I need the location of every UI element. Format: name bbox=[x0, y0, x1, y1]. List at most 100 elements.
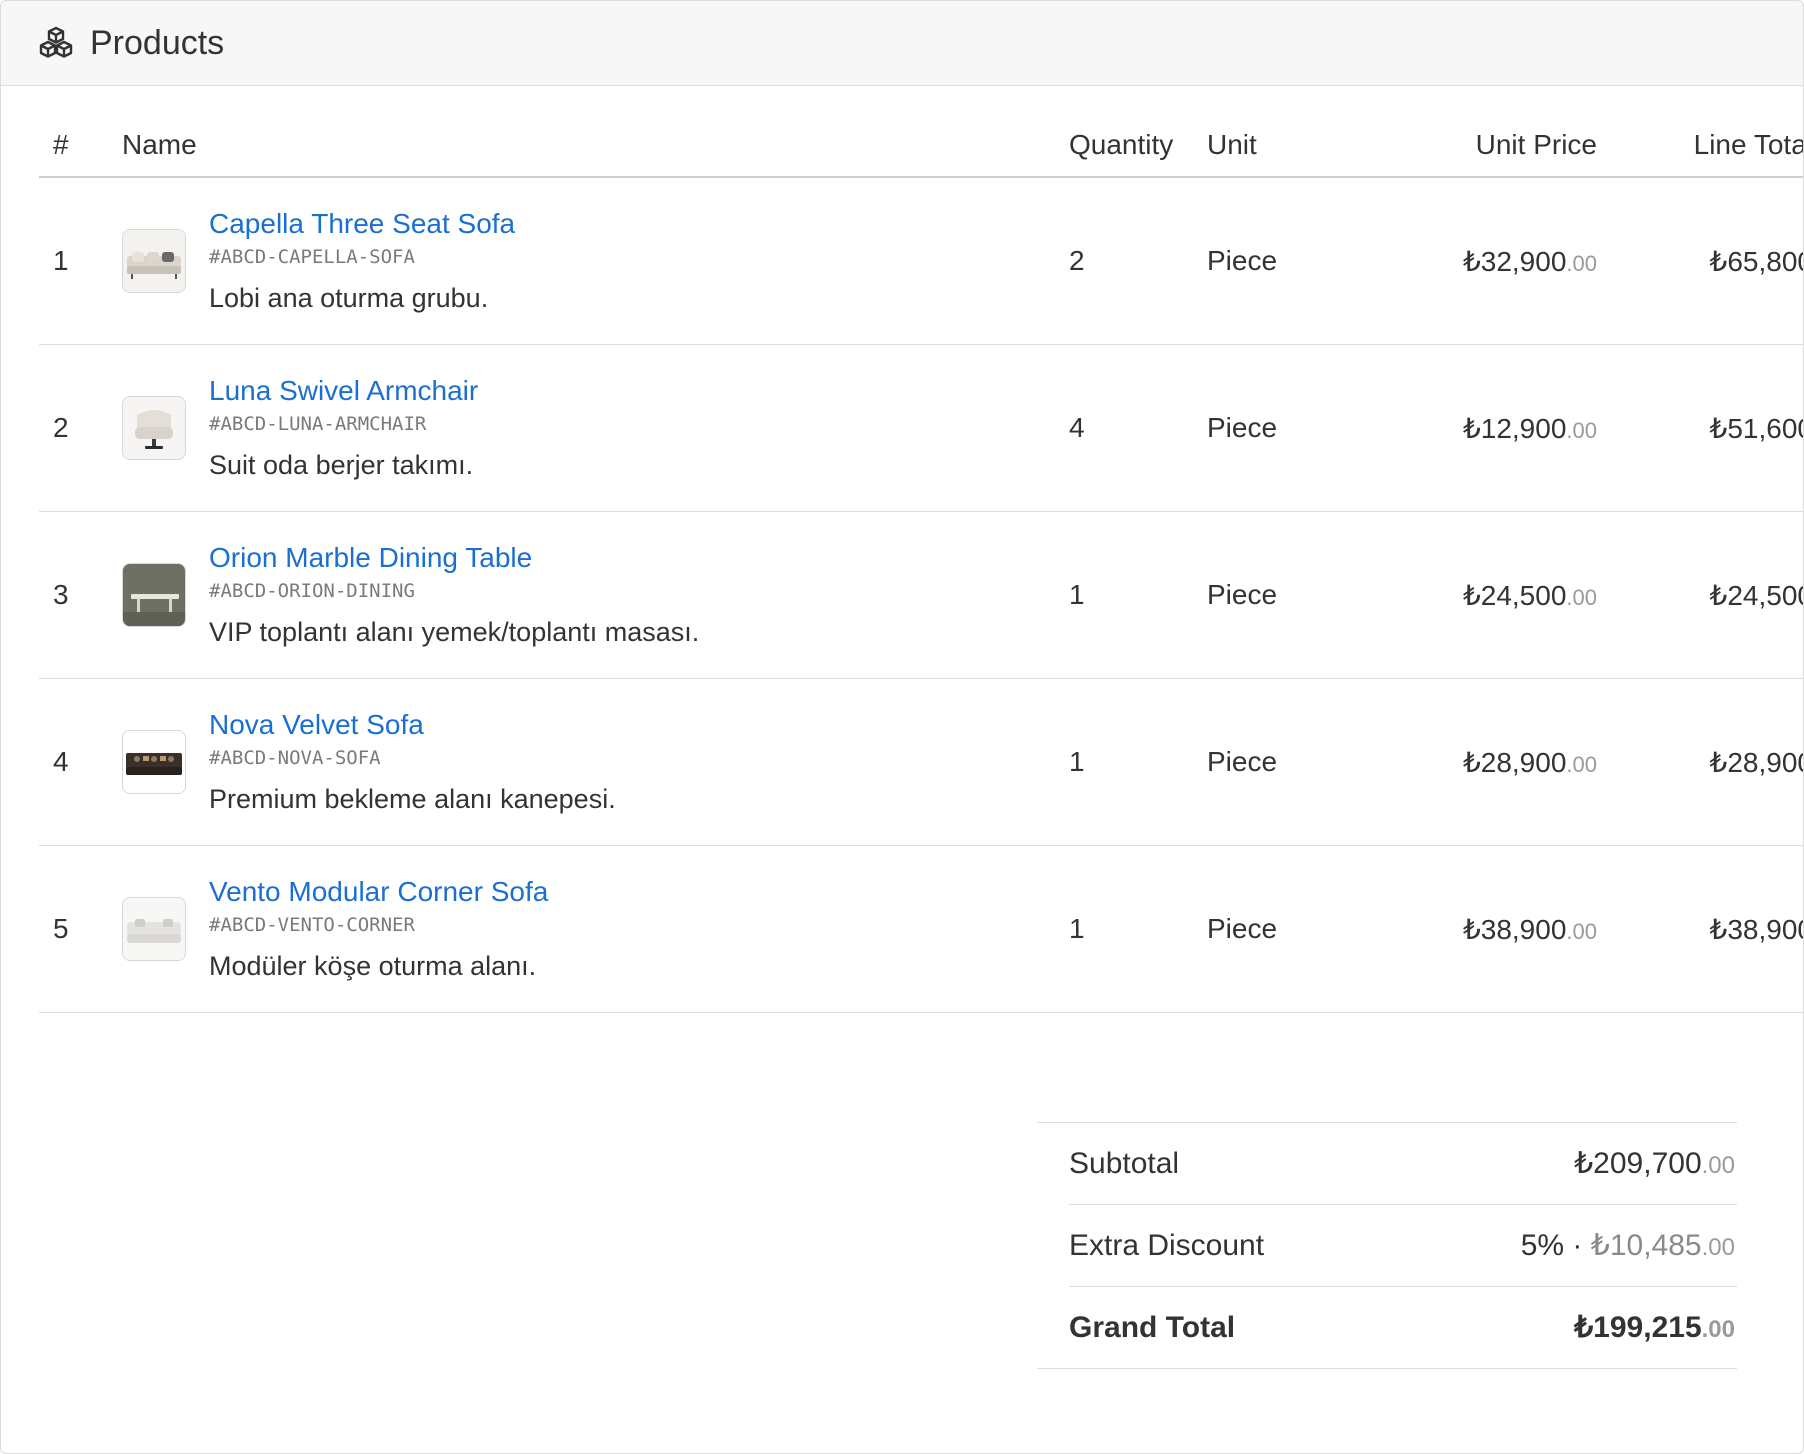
grand-total-cents: .00 bbox=[1701, 1316, 1735, 1343]
subtotal-cents: .00 bbox=[1701, 1152, 1735, 1179]
column-header-name: Name bbox=[122, 114, 1069, 178]
products-table: # Name Quantity Unit Unit Price Line Tot… bbox=[39, 114, 1803, 1013]
products-panel: Products # Name Quantity Unit Unit Price… bbox=[0, 0, 1804, 1454]
totals-summary: Subtotal ₺209,700.00 Extra Discount 5% ·… bbox=[1037, 1122, 1737, 1369]
column-header-quantity: Quantity bbox=[1069, 114, 1207, 178]
product-sku: #ABCD-LUNA-ARMCHAIR bbox=[209, 413, 427, 435]
line-total-cell: ₺65,800 bbox=[1597, 177, 1803, 345]
unit-price-amount: ₺24,500 bbox=[1462, 579, 1567, 611]
product-info: Orion Marble Dining Table #ABCD-ORION-DIN… bbox=[122, 541, 1069, 649]
discount-percent: 5% bbox=[1520, 1229, 1565, 1262]
unit-price-amount: ₺38,900 bbox=[1462, 913, 1567, 945]
column-header-number: # bbox=[39, 114, 122, 178]
unit-price-amount: ₺12,900 bbox=[1462, 412, 1567, 444]
product-name-link[interactable]: Capella Three Seat Sofa bbox=[209, 207, 515, 241]
table-row: 4 Nova Velvet Sofa #ABCD-NOVA-SOFA Premium … bbox=[39, 678, 1803, 846]
unit-price-cell: ₺12,900.00 bbox=[1357, 344, 1597, 512]
product-description: Premium bekleme alanı kanepesi. bbox=[209, 784, 616, 814]
subtotal-value: ₺209,700.00 bbox=[1574, 1146, 1735, 1181]
unit-price-cell: ₺24,500.00 bbox=[1357, 511, 1597, 679]
product-info: Vento Modular Corner Sofa #ABCD-VENTO-COR… bbox=[122, 875, 1069, 983]
row-number: 2 bbox=[39, 344, 122, 512]
row-number: 4 bbox=[39, 678, 122, 846]
subtotal-label: Subtotal bbox=[1069, 1146, 1180, 1180]
product-cell: Nova Velvet Sofa #ABCD-NOVA-SOFA Premium b… bbox=[122, 678, 1069, 846]
quantity-cell: 4 bbox=[1069, 344, 1207, 512]
product-text: Orion Marble Dining Table #ABCD-ORION-DIN… bbox=[209, 541, 699, 649]
row-number: 1 bbox=[39, 177, 122, 345]
column-header-unit-price: Unit Price bbox=[1357, 114, 1597, 178]
product-thumbnail bbox=[122, 229, 186, 293]
product-cell: Capella Three Seat Sofa #ABCD-CAPELLA-SOF… bbox=[122, 177, 1069, 345]
unit-price-amount: ₺32,900 bbox=[1462, 245, 1567, 277]
unit-cell: Piece bbox=[1207, 678, 1357, 846]
quantity-cell: 1 bbox=[1069, 845, 1207, 1013]
table-row: 2 Luna Swivel Armchair #ABCD-LUNA-ARMCHAIR… bbox=[39, 344, 1803, 512]
product-cell: Vento Modular Corner Sofa #ABCD-VENTO-COR… bbox=[122, 845, 1069, 1013]
panel-title: Products bbox=[90, 23, 225, 62]
subtotal-amount: ₺209,700 bbox=[1574, 1147, 1702, 1180]
unit-cell: Piece bbox=[1207, 177, 1357, 345]
line-total-cell: ₺51,600 bbox=[1597, 344, 1803, 512]
product-sku: #ABCD-ORION-DINING bbox=[209, 580, 415, 602]
unit-price-cents: .00 bbox=[1566, 751, 1597, 777]
row-number: 5 bbox=[39, 845, 122, 1013]
line-total-cell: ₺38,900 bbox=[1597, 845, 1803, 1013]
table-row: 3 Orion Marble Dining Table #ABCD-ORION-DI… bbox=[39, 511, 1803, 679]
quantity-cell: 1 bbox=[1069, 678, 1207, 846]
product-sku: #ABCD-VENTO-CORNER bbox=[209, 914, 415, 936]
boxes-icon bbox=[38, 25, 74, 61]
discount-separator: · bbox=[1564, 1229, 1591, 1262]
product-thumbnail bbox=[122, 730, 186, 794]
grand-total-label: Grand Total bbox=[1069, 1310, 1236, 1344]
table-row: 1 Capella Three Seat Sofa #ABCD-CAPELLA-SO… bbox=[39, 177, 1803, 345]
row-number: 3 bbox=[39, 511, 122, 679]
product-description: VIP toplantı alanı yemek/toplantı masası… bbox=[209, 617, 700, 647]
quantity-cell: 2 bbox=[1069, 177, 1207, 345]
unit-cell: Piece bbox=[1207, 344, 1357, 512]
unit-cell: Piece bbox=[1207, 845, 1357, 1013]
discount-label: Extra Discount bbox=[1069, 1228, 1265, 1262]
product-name-link[interactable]: Luna Swivel Armchair bbox=[209, 374, 478, 408]
line-total-cell: ₺24,500 bbox=[1597, 511, 1803, 679]
product-cell: Orion Marble Dining Table #ABCD-ORION-DIN… bbox=[122, 511, 1069, 679]
table-header-row: # Name Quantity Unit Unit Price Line Tot… bbox=[39, 114, 1803, 178]
product-text: Vento Modular Corner Sofa #ABCD-VENTO-COR… bbox=[209, 875, 548, 983]
quantity-cell: 1 bbox=[1069, 511, 1207, 679]
column-header-unit: Unit bbox=[1207, 114, 1357, 178]
table-row: 5 Vento Modular Corner Sofa #ABCD-VENTO-CO… bbox=[39, 845, 1803, 1013]
product-info: Luna Swivel Armchair #ABCD-LUNA-ARMCHAIR S… bbox=[122, 374, 1069, 482]
product-name-link[interactable]: Nova Velvet Sofa bbox=[209, 708, 616, 742]
product-name-link[interactable]: Orion Marble Dining Table bbox=[209, 541, 699, 575]
product-description: Suit oda berjer takımı. bbox=[209, 450, 474, 480]
product-info: Nova Velvet Sofa #ABCD-NOVA-SOFA Premium b… bbox=[122, 708, 1069, 816]
line-total-cell: ₺28,900 bbox=[1597, 678, 1803, 846]
product-description: Lobi ana oturma grubu. bbox=[209, 283, 489, 313]
product-thumbnail bbox=[122, 396, 186, 460]
product-name-link[interactable]: Vento Modular Corner Sofa bbox=[209, 875, 548, 909]
unit-price-cell: ₺38,900.00 bbox=[1357, 845, 1597, 1013]
grand-total-value: ₺199,215.00 bbox=[1574, 1310, 1735, 1345]
unit-price-amount: ₺28,900 bbox=[1462, 746, 1567, 778]
product-sku: #ABCD-NOVA-SOFA bbox=[209, 747, 381, 769]
grand-total-amount: ₺199,215 bbox=[1574, 1311, 1702, 1344]
product-sku: #ABCD-CAPELLA-SOFA bbox=[209, 246, 415, 268]
product-info: Capella Three Seat Sofa #ABCD-CAPELLA-SOF… bbox=[122, 207, 1069, 315]
column-header-line-total: Line Total bbox=[1597, 114, 1803, 178]
product-cell: Luna Swivel Armchair #ABCD-LUNA-ARMCHAIR S… bbox=[122, 344, 1069, 512]
discount-row: Extra Discount 5% · ₺10,485.00 bbox=[1069, 1205, 1737, 1287]
panel-header: Products bbox=[1, 1, 1803, 86]
unit-price-cents: .00 bbox=[1566, 417, 1597, 443]
discount-value: 5% · ₺10,485.00 bbox=[1521, 1228, 1735, 1263]
product-thumbnail bbox=[122, 563, 186, 627]
product-description: Modüler köşe oturma alanı. bbox=[209, 951, 537, 981]
unit-cell: Piece bbox=[1207, 511, 1357, 679]
grand-total-row: Grand Total ₺199,215.00 bbox=[1037, 1287, 1737, 1369]
unit-price-cell: ₺32,900.00 bbox=[1357, 177, 1597, 345]
product-text: Nova Velvet Sofa #ABCD-NOVA-SOFA Premium b… bbox=[209, 708, 616, 816]
product-text: Capella Three Seat Sofa #ABCD-CAPELLA-SOF… bbox=[209, 207, 515, 315]
unit-price-cents: .00 bbox=[1566, 584, 1597, 610]
subtotal-row: Subtotal ₺209,700.00 bbox=[1069, 1123, 1737, 1205]
product-text: Luna Swivel Armchair #ABCD-LUNA-ARMCHAIR S… bbox=[209, 374, 478, 482]
discount-amount: ₺10,485 bbox=[1590, 1229, 1702, 1262]
